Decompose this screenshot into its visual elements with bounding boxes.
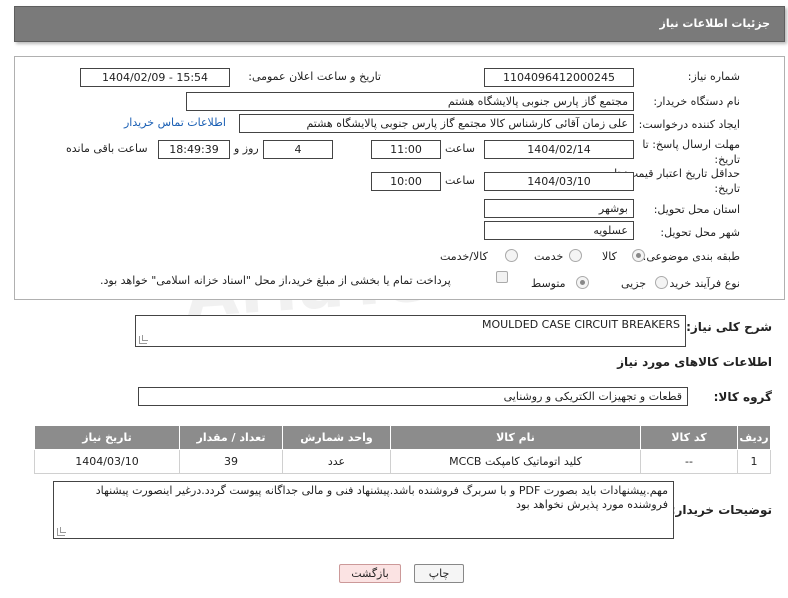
page-title: جزئیات اطلاعات نیاز [659,17,771,30]
purchase-type-radio-medium[interactable] [576,276,589,289]
need-number-label: شماره نیاز: [687,70,740,83]
buyer-org-label: نام دستگاه خریدار: [653,95,740,108]
col-quantity: تعداد / مقدار [179,425,283,450]
goods-group-field: قطعات و تجهیزات الکتریکی و روشنایی [138,387,688,406]
col-unit: واحد شمارش [282,425,391,450]
deadline-time-label: ساعت [445,142,475,155]
category-option-goods: کالا [602,250,617,263]
remaining-time-label: ساعت باقی مانده [66,142,148,155]
general-desc-label: شرح کلی نیاز: [686,320,772,334]
treasury-payment-checkbox[interactable] [496,271,508,283]
category-option-goods-service: کالا/خدمت [440,250,488,263]
category-radio-goods[interactable] [632,249,645,262]
treasury-payment-note: پرداخت تمام یا بخشی از مبلغ خرید،از محل … [100,274,451,287]
announce-datetime-label: تاریخ و ساعت اعلان عمومی: [248,70,381,83]
items-table: ردیف کد کالا نام کالا واحد شمارش تعداد /… [34,425,771,474]
deadline-time-field: 11:00 [371,140,441,159]
cell-unit: عدد [282,449,391,474]
city-label: شهر محل تحویل: [660,226,740,239]
cell-row-number: 1 [737,449,771,474]
remaining-time-field: 18:49:39 [158,140,230,159]
cell-item-name: کلید اتوماتیک کامپکت MCCB [390,449,641,474]
requester-label: ایجاد کننده درخواست: [638,118,740,131]
purchase-type-option-minor: جزیی [621,277,647,290]
cell-need-date: 1404/03/10 [34,449,180,474]
items-section-title: اطلاعات کالاهای مورد نیاز [617,355,772,369]
category-option-service: خدمت [534,250,564,263]
page-header: جزئیات اطلاعات نیاز [14,6,785,42]
deadline-date-field: 1404/02/14 [484,140,634,159]
requester-field: علی زمان آقائی کارشناس کالا مجتمع گاز پا… [239,114,634,133]
price-validity-time-field: 10:00 [371,172,441,191]
cell-item-code: -- [640,449,738,474]
print-button[interactable]: چاپ [414,564,464,583]
buyer-org-field: مجتمع گاز پارس جنوبی پالایشگاه هشتم [186,92,634,111]
col-row-number: ردیف [737,425,771,450]
category-radio-goods-service[interactable] [505,249,518,262]
buyer-contact-link[interactable]: اطلاعات تماس خریدار [124,116,226,129]
category-label: طبقه بندی موضوعی: [642,250,740,263]
buyer-notes-textarea: مهم.پیشنهادات باید بصورت PDF و با سربرگ … [53,481,674,539]
resize-grip-icon[interactable] [57,527,66,536]
general-desc-text: MOULDED CASE CIRCUIT BREAKERS [481,318,680,331]
col-need-date: تاریخ نیاز [34,425,180,450]
announce-datetime-field: 1404/02/09 - 15:54 [80,68,230,87]
price-validity-date-field: 1404/03/10 [484,172,634,191]
buyer-notes-label: توضیحات خریدار: [670,503,772,517]
province-label: استان محل تحویل: [653,203,740,216]
back-button[interactable]: بازگشت [339,564,401,583]
purchase-type-radio-minor[interactable] [655,276,668,289]
resize-grip-icon[interactable] [139,335,148,344]
province-field: بوشهر [484,199,634,218]
cell-quantity: 39 [179,449,283,474]
price-validity-time-label: ساعت [445,174,475,187]
category-radio-service[interactable] [569,249,582,262]
goods-group-label: گروه کالا: [713,390,772,404]
deadline-days-field: 4 [263,140,333,159]
col-item-code: کد کالا [640,425,738,450]
need-number-field: 1104096412000245 [484,68,634,87]
col-item-name: نام کالا [390,425,641,450]
city-field: عسلویه [484,221,634,240]
purchase-type-label: نوع فرآیند خرید : [662,277,740,290]
general-desc-textarea: MOULDED CASE CIRCUIT BREAKERS [135,315,686,347]
items-table-header: ردیف کد کالا نام کالا واحد شمارش تعداد /… [34,425,771,450]
buyer-notes-text: مهم.پیشنهادات باید بصورت PDF و با سربرگ … [95,484,668,511]
deadline-label: مهلت ارسال پاسخ: تا تاریخ: [642,138,740,166]
table-row: 1 -- کلید اتوماتیک کامپکت MCCB عدد 39 14… [34,449,771,474]
purchase-type-option-medium: متوسط [531,277,566,290]
deadline-days-label: روز و [234,142,259,155]
